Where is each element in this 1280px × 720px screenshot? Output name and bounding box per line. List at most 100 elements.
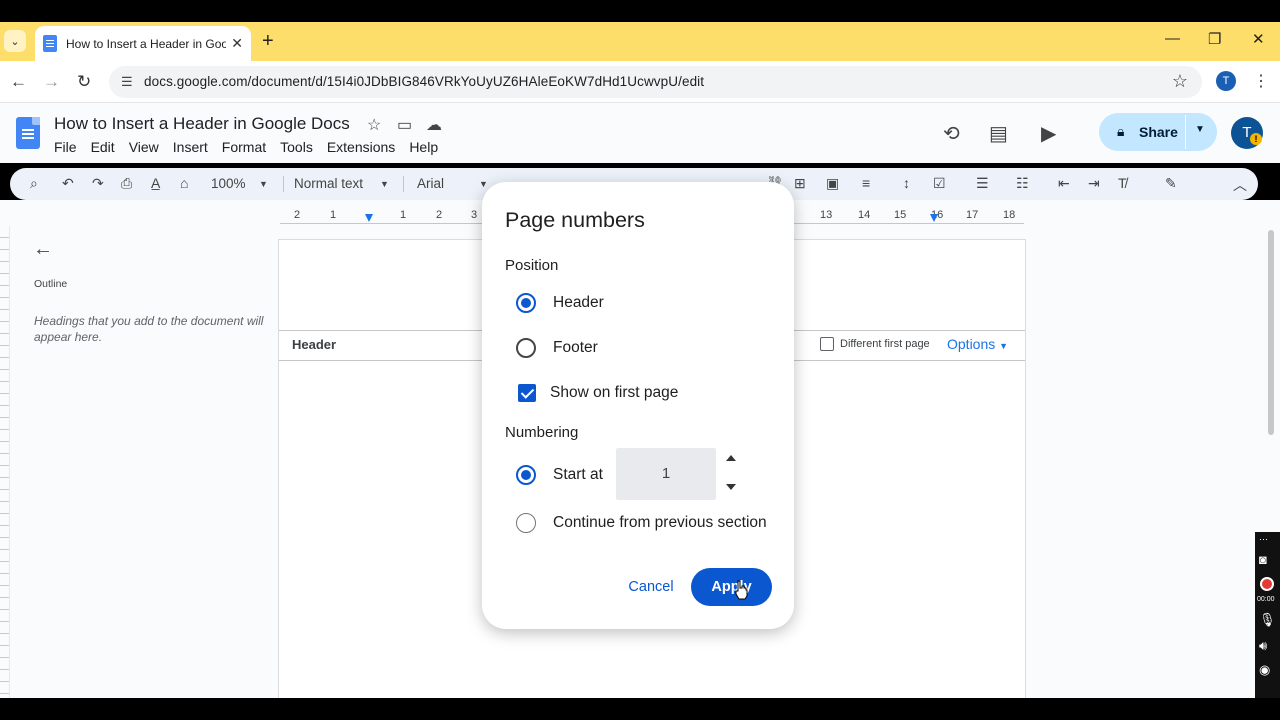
url-text: docs.google.com/document/d/15I4i0JDbBIG8… <box>144 74 705 89</box>
different-first-page-label: Different first page <box>840 338 930 350</box>
undo-icon[interactable]: ↶ <box>62 175 74 192</box>
chevron-down-icon[interactable]: ▼ <box>1195 124 1205 135</box>
tab-title: How to Insert a Header in Goog <box>66 36 226 51</box>
cloud-saved-icon[interactable]: ☁ <box>426 115 442 135</box>
numbered-list-icon[interactable]: ☷ <box>1016 175 1029 192</box>
pin-icon[interactable]: ⋯ <box>1259 534 1268 545</box>
new-tab-icon[interactable]: + <box>262 30 274 53</box>
clear-formatting-icon[interactable]: T̸ <box>1118 175 1127 191</box>
menu-format[interactable]: Format <box>222 139 266 155</box>
dialog-title: Page numbers <box>505 208 645 232</box>
line-spacing-icon[interactable]: ↕ <box>903 175 910 191</box>
vertical-scrollbar[interactable] <box>1268 230 1274 435</box>
cancel-button[interactable]: Cancel <box>615 568 687 606</box>
address-bar[interactable]: ☰ docs.google.com/document/d/15I4i0JDbBI… <box>109 66 1202 98</box>
restore-icon[interactable]: ❐ <box>1208 30 1221 48</box>
menu-edit[interactable]: Edit <box>91 139 115 155</box>
ruler-number: 17 <box>966 209 979 221</box>
move-folder-icon[interactable]: ▭ <box>397 115 412 135</box>
zoom-select[interactable]: 100% <box>211 176 246 191</box>
align-icon[interactable]: ≡ <box>862 175 870 191</box>
header-options-button[interactable]: Options ▼ <box>947 336 1008 352</box>
docs-logo-icon[interactable] <box>16 117 40 149</box>
header-option-label: Header <box>553 294 604 311</box>
toolbar-divider <box>283 176 284 192</box>
ruler-number: 1 <box>330 209 337 221</box>
bulleted-list-icon[interactable]: ☰ <box>976 175 989 192</box>
version-history-icon[interactable]: ⟲ <box>943 121 960 146</box>
browser-toolbar: ← → ↻ ☰ docs.google.com/document/d/15I4i… <box>0 61 1280 103</box>
star-icon[interactable]: ☆ <box>367 115 381 135</box>
browser-menu-icon[interactable]: ⋮ <box>1253 71 1269 91</box>
footer-radio[interactable] <box>516 338 536 358</box>
start-at-radio[interactable] <box>516 465 536 485</box>
different-first-page-toggle[interactable]: Different first page <box>820 337 930 351</box>
outline-label: Outline <box>34 278 68 290</box>
menu-extensions[interactable]: Extensions <box>327 139 395 155</box>
header-radio-option[interactable]: Header <box>516 293 604 313</box>
continue-radio[interactable] <box>516 513 536 533</box>
print-icon[interactable]: ⎙ <box>121 175 132 192</box>
document-title[interactable]: How to Insert a Header in Google Docs <box>54 114 350 134</box>
decrement-arrow-icon[interactable] <box>726 484 736 490</box>
font-caret-icon[interactable]: ▼ <box>479 179 488 189</box>
browser-profile-avatar[interactable]: T <box>1216 71 1236 91</box>
add-comment-icon[interactable]: ⊞ <box>794 175 806 192</box>
bookmark-star-icon[interactable]: ☆ <box>1172 71 1188 92</box>
menu-file[interactable]: File <box>54 139 77 155</box>
comments-icon[interactable]: ▤ <box>989 121 1008 146</box>
header-tag: Header <box>292 337 337 352</box>
browser-tab[interactable]: How to Insert a Header in Goog ✕ <box>35 26 251 61</box>
footer-option-label: Footer <box>553 339 598 356</box>
increment-arrow-icon[interactable] <box>726 455 736 461</box>
share-button[interactable]: 🔒︎ Share ▼ <box>1099 113 1217 151</box>
redo-icon[interactable]: ↷ <box>92 175 104 192</box>
header-radio[interactable] <box>516 293 536 313</box>
menu-insert[interactable]: Insert <box>173 139 208 155</box>
close-tab-icon[interactable]: ✕ <box>231 35 243 52</box>
menu-help[interactable]: Help <box>409 139 438 155</box>
editing-mode-icon[interactable]: ✎ <box>1165 175 1177 192</box>
zoom-caret-icon[interactable]: ▼ <box>259 179 268 189</box>
forward-icon[interactable]: → <box>43 72 60 92</box>
show-first-page-option[interactable]: Show on first page <box>518 384 678 402</box>
reload-icon[interactable]: ↻ <box>77 72 91 92</box>
minimize-icon[interactable]: — <box>1165 30 1180 47</box>
continue-radio-option[interactable]: Continue from previous section <box>516 513 767 533</box>
font-select[interactable]: Arial <box>417 176 444 191</box>
ruler-number: 13 <box>820 209 833 221</box>
speaker-icon[interactable]: 🔊︎ <box>1259 638 1267 654</box>
camera-icon[interactable]: ◙ <box>1259 552 1267 567</box>
left-indent-marker[interactable] <box>365 214 373 222</box>
collapse-toolbar-icon[interactable]: ︿ <box>1233 175 1247 195</box>
microphone-icon[interactable]: 🎙︎ <box>1259 612 1276 628</box>
increase-indent-icon[interactable]: ⇥ <box>1088 175 1100 192</box>
numbering-section-label: Numbering <box>505 424 579 441</box>
start-at-label: Start at <box>553 466 603 483</box>
menu-view[interactable]: View <box>129 139 159 155</box>
back-icon[interactable]: ← <box>10 72 27 92</box>
decrease-indent-icon[interactable]: ⇤ <box>1058 175 1070 192</box>
style-caret-icon[interactable]: ▼ <box>380 179 389 189</box>
insert-image-icon[interactable]: ▣ <box>826 175 839 192</box>
meet-icon[interactable]: ▶ <box>1041 121 1056 146</box>
show-first-page-checkbox[interactable] <box>518 384 536 402</box>
apply-button[interactable]: Apply <box>691 568 772 606</box>
site-info-icon[interactable]: ☰ <box>121 74 133 90</box>
menu-tools[interactable]: Tools <box>280 139 313 155</box>
close-window-icon[interactable]: ✕ <box>1252 30 1265 48</box>
screen-recorder-widget: ⋯ ◙ 00:00 🎙︎ 🔊︎ ◉ <box>1255 532 1280 698</box>
back-arrow-icon[interactable]: ← <box>33 238 53 261</box>
paint-format-icon[interactable]: ⌂ <box>180 175 188 191</box>
checklist-icon[interactable]: ☑ <box>933 175 946 192</box>
record-icon[interactable] <box>1260 577 1274 591</box>
start-at-radio-option[interactable]: Start at <box>516 465 603 485</box>
start-at-input[interactable]: 1 <box>616 448 716 500</box>
search-menus-icon[interactable]: ⌕ <box>30 175 38 192</box>
different-first-page-checkbox[interactable] <box>820 337 834 351</box>
tab-search-icon[interactable]: ⌄ <box>4 30 26 52</box>
footer-radio-option[interactable]: Footer <box>516 338 598 358</box>
style-select[interactable]: Normal text <box>294 176 363 191</box>
webcam-icon[interactable]: ◉ <box>1259 662 1270 678</box>
spellcheck-icon[interactable]: A̲ <box>151 175 160 191</box>
